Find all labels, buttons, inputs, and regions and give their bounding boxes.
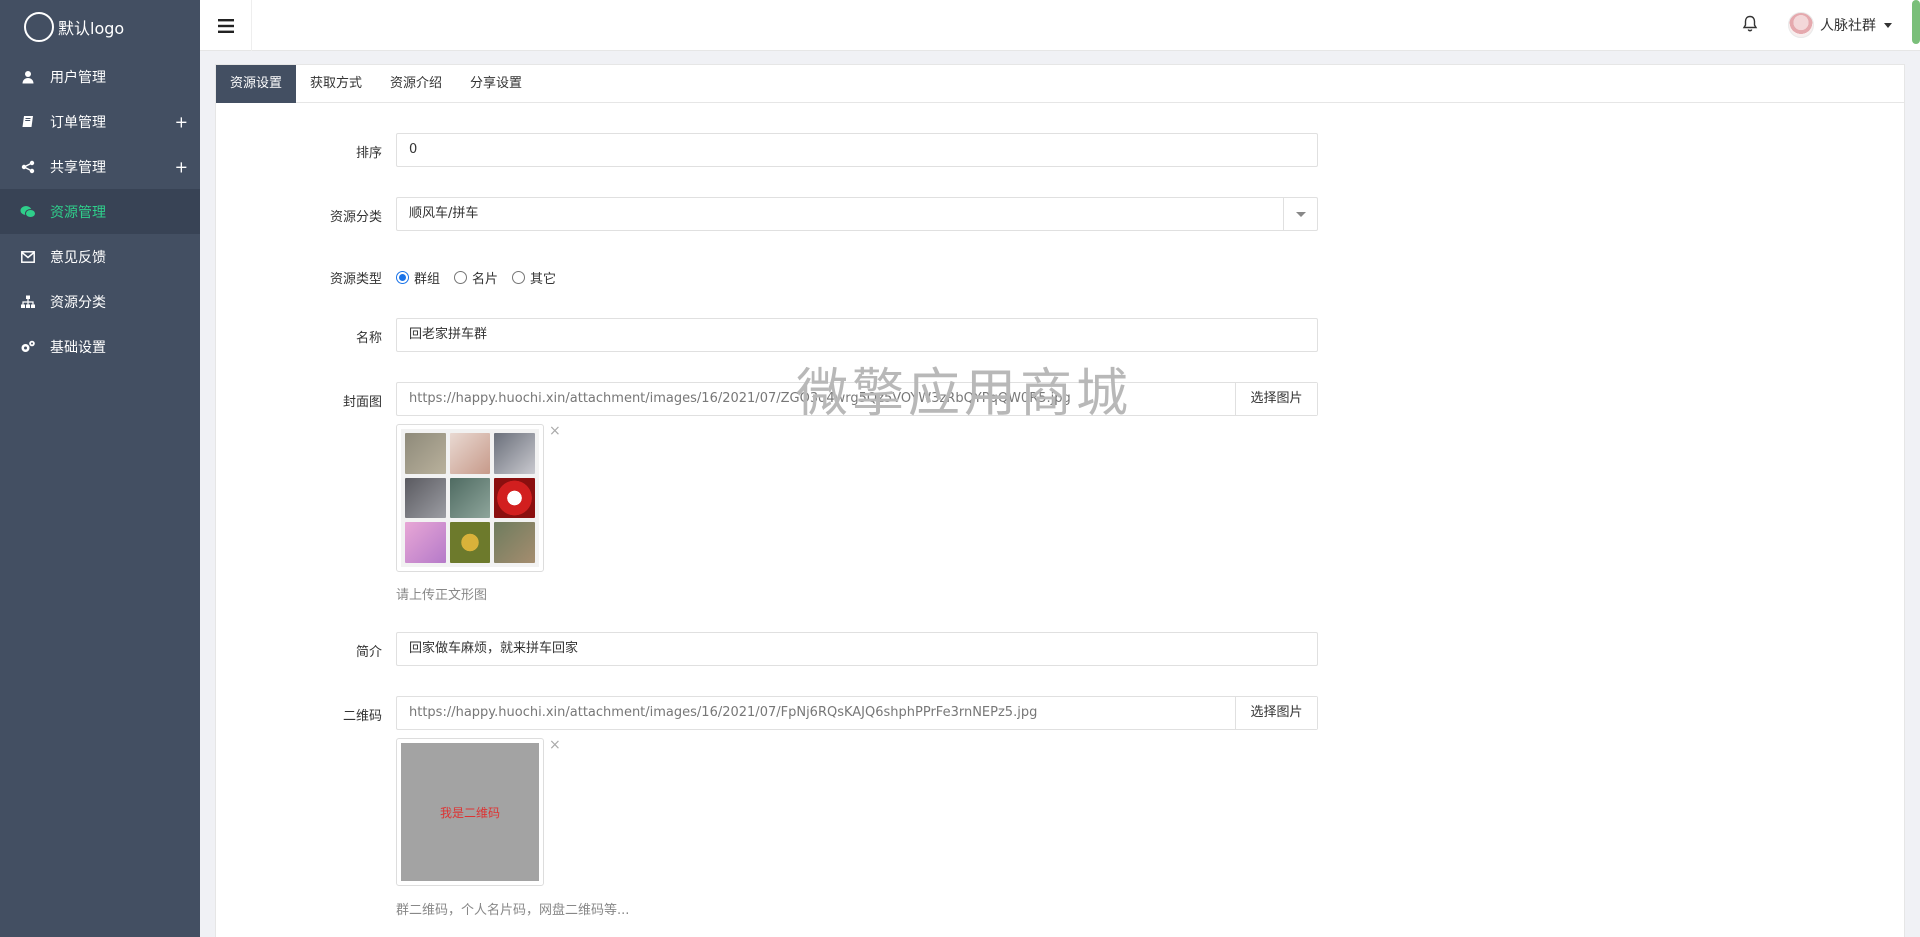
user-menu[interactable]: 人脉社群 bbox=[1788, 12, 1892, 38]
sidebar-item-label: 基础设置 bbox=[50, 339, 106, 356]
type-label: 资源类型 bbox=[329, 272, 382, 287]
cover-label: 封面图 bbox=[342, 395, 382, 410]
watermark: 微擎应用商城 bbox=[796, 364, 1133, 424]
radio-button-checked[interactable] bbox=[396, 271, 409, 284]
cover-choose-image-button[interactable]: 选择图片 bbox=[1235, 383, 1317, 415]
sitemap-icon bbox=[20, 294, 36, 310]
qrcode-label: 二维码 bbox=[342, 709, 382, 724]
hamburger-icon bbox=[217, 18, 234, 33]
name-label: 名称 bbox=[355, 331, 382, 346]
menu-toggle-button[interactable] bbox=[200, 0, 252, 51]
avatar bbox=[1788, 12, 1814, 38]
share-icon bbox=[20, 159, 36, 175]
sidebar-item-label: 用户管理 bbox=[50, 69, 106, 86]
chevron-down-icon bbox=[1295, 211, 1306, 217]
cover-help-text: 请上传正文形图 bbox=[396, 588, 488, 603]
tab-acquire-method[interactable]: 获取方式 bbox=[296, 65, 376, 103]
sidebar-item-label: 共享管理 bbox=[50, 159, 106, 176]
radio-label: 其它 bbox=[530, 272, 557, 287]
category-selected-value: 顺风车/拼车 bbox=[409, 206, 479, 221]
intro-label: 简介 bbox=[355, 645, 382, 660]
caret-down-icon bbox=[1884, 22, 1892, 28]
cover-image-preview bbox=[396, 424, 544, 572]
qrcode-help-text: 群二维码，个人名片码，网盘二维码等... bbox=[396, 903, 630, 918]
qrcode-remove-button[interactable]: × bbox=[549, 737, 561, 753]
user-icon bbox=[20, 69, 36, 85]
category-select[interactable]: 顺风车/拼车 bbox=[396, 197, 1318, 231]
radio-button[interactable] bbox=[454, 271, 468, 284]
top-header: 人脉社群 bbox=[200, 0, 1920, 51]
sidebar-item-label: 意见反馈 bbox=[50, 249, 106, 266]
type-radio-group: 群组 名片 其它 bbox=[396, 268, 570, 287]
logo[interactable]: 默认logo bbox=[0, 0, 200, 54]
scrollbar-thumb[interactable] bbox=[1912, 0, 1920, 44]
bell-icon bbox=[1742, 15, 1758, 32]
sidebar-item-3[interactable]: 资源管理 bbox=[0, 189, 200, 234]
content-panel: 资源设置 获取方式 资源介绍 分享设置 排序 0 资源分类 顺风车/拼车 资源类… bbox=[215, 64, 1905, 937]
tab-bar: 资源设置 获取方式 资源介绍 分享设置 bbox=[216, 65, 1904, 103]
intro-input[interactable]: 回家做车麻烦，就来拼车回家 bbox=[396, 632, 1318, 666]
notification-button[interactable] bbox=[1742, 15, 1758, 37]
radio-label: 名片 bbox=[472, 272, 499, 287]
plus-icon[interactable]: + bbox=[175, 157, 188, 176]
sidebar-item-label: 资源管理 bbox=[50, 204, 106, 221]
sidebar-item-1[interactable]: 订单管理 + bbox=[0, 99, 200, 144]
radio-card[interactable]: 名片 bbox=[454, 268, 498, 287]
tab-resource-intro[interactable]: 资源介绍 bbox=[376, 65, 456, 103]
radio-button[interactable] bbox=[512, 271, 526, 284]
sidebar-item-0[interactable]: 用户管理 bbox=[0, 54, 200, 99]
sort-input[interactable]: 0 bbox=[396, 133, 1318, 167]
qrcode-choose-image-button[interactable]: 选择图片 bbox=[1235, 697, 1317, 729]
sidebar-item-label: 订单管理 bbox=[50, 114, 106, 131]
tab-share-settings[interactable]: 分享设置 bbox=[456, 65, 536, 103]
sidebar-item-6[interactable]: 基础设置 bbox=[0, 324, 200, 369]
logo-text: 默认logo bbox=[58, 19, 125, 38]
qrcode-url-text: https://happy.huochi.xin/attachment/imag… bbox=[409, 705, 1038, 720]
user-name: 人脉社群 bbox=[1820, 18, 1876, 34]
cover-image bbox=[401, 429, 539, 567]
radio-other[interactable]: 其它 bbox=[512, 268, 556, 287]
sidebar-item-5[interactable]: 资源分类 bbox=[0, 279, 200, 324]
category-label: 资源分类 bbox=[329, 210, 382, 225]
qrcode-image-preview: 我是二维码 bbox=[396, 738, 544, 886]
qrcode-url-input[interactable]: https://happy.huochi.xin/attachment/imag… bbox=[396, 696, 1318, 730]
cover-remove-button[interactable]: × bbox=[549, 423, 561, 439]
qrcode-image: 我是二维码 bbox=[401, 743, 539, 881]
tab-resource-settings[interactable]: 资源设置 bbox=[216, 65, 297, 103]
sidebar: 默认logo 用户管理订单管理 + 共享管理 + 资源管理意见反馈资源分类基础设置 bbox=[0, 0, 200, 937]
sidebar-item-label: 资源分类 bbox=[50, 294, 106, 311]
plus-icon[interactable]: + bbox=[175, 112, 188, 131]
book-icon bbox=[20, 114, 36, 130]
radio-group[interactable]: 群组 bbox=[396, 268, 440, 287]
radio-label: 群组 bbox=[414, 272, 441, 287]
sidebar-item-4[interactable]: 意见反馈 bbox=[0, 234, 200, 279]
sidebar-item-2[interactable]: 共享管理 + bbox=[0, 144, 200, 189]
wechat-icon bbox=[20, 204, 36, 220]
select-arrow[interactable] bbox=[1283, 198, 1317, 230]
name-input[interactable]: 回老家拼车群 bbox=[396, 318, 1318, 352]
logo-circle-icon bbox=[24, 12, 54, 42]
sort-label: 排序 bbox=[355, 146, 382, 161]
gears-icon bbox=[20, 339, 36, 355]
envelope-icon bbox=[20, 249, 36, 265]
